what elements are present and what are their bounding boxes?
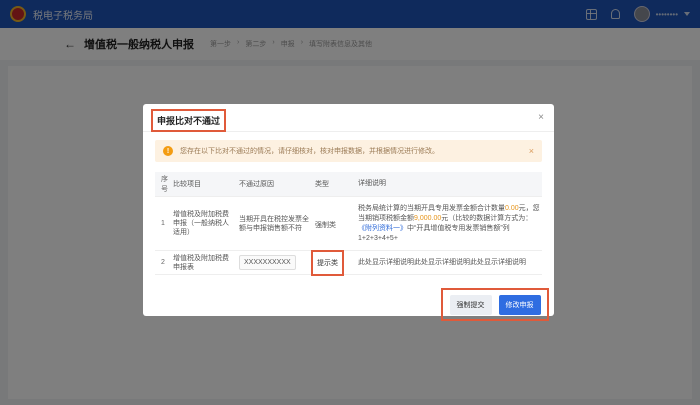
column-header-index: 序号 xyxy=(161,176,168,193)
detail-text: 元（比较的数据计算方式为： xyxy=(441,214,533,222)
table-row: 2 增值税及附加税费申报表 XXXXXXXXXX 提示类 此处显示详细说明此处显… xyxy=(155,249,542,276)
column-header-detail: 详细说明 xyxy=(358,180,386,187)
column-header-reason: 不通过原因 xyxy=(239,180,274,188)
row-item: 增值税及附加税费申报（一般纳税人适用） xyxy=(173,211,229,236)
row-reason: 当期开具在税控发票全额与申报销售额不符 xyxy=(239,215,309,232)
row-detail: 税务局统计算的当期开具专用发票金额合计数量0.00元，您当期销项税额金额9,00… xyxy=(358,204,542,244)
type-badge: 提示类 xyxy=(311,249,344,276)
warning-alert: ! 您存在以下比对不通过的情况，请仔细核对，核对申报数据，并根据情况进行修改。 … xyxy=(155,140,542,162)
row-item: 增值税及附加税费申报表 xyxy=(173,254,229,271)
table-header: 序号 比较项目 不通过原因 类型 详细说明 xyxy=(155,172,542,197)
comparison-table: 序号 比较项目 不通过原因 类型 详细说明 1 增值税及附加税费申报（一般纳税人… xyxy=(155,172,542,276)
dialog-header: 申报比对不通过 × xyxy=(143,104,554,132)
alert-message: 您存在以下比对不通过的情况，请仔细核对，核对申报数据，并根据情况进行修改。 xyxy=(180,148,439,155)
dialog-actions: 强制提交 修改申报 xyxy=(441,288,549,321)
row-reason: XXXXXXXXXX xyxy=(239,255,315,270)
detail-text: 税务局统计算的当期开具专用发票金额合计数量 xyxy=(358,204,505,212)
close-icon[interactable]: × xyxy=(538,112,544,123)
reason-value: XXXXXXXXXX xyxy=(239,255,296,270)
modify-declaration-button[interactable]: 修改申报 xyxy=(498,294,541,315)
dialog-title: 申报比对不通过 xyxy=(151,109,227,132)
column-header-item: 比较项目 xyxy=(173,180,201,188)
detail-amount: 9,000.00 xyxy=(414,214,442,222)
comparison-failed-dialog: 申报比对不通过 × ! 您存在以下比对不通过的情况，请仔细核对，核对申报数据，并… xyxy=(143,104,554,321)
detail-link[interactable]: 《附列资料一》 xyxy=(358,225,407,232)
table-row: 1 增值税及附加税费申报（一般纳税人适用） 当期开具在税控发票全额与申报销售额不… xyxy=(155,197,542,251)
warning-icon: ! xyxy=(163,146,173,156)
detail-amount: 0.00 xyxy=(505,204,519,212)
row-index: 1 xyxy=(161,220,165,227)
alert-close-icon[interactable]: × xyxy=(529,146,534,156)
column-header-type: 类型 xyxy=(315,181,329,188)
row-index: 2 xyxy=(161,259,165,266)
row-type: 提示类 xyxy=(311,249,358,276)
row-type: 强制类 xyxy=(315,221,336,229)
force-submit-button[interactable]: 强制提交 xyxy=(449,294,492,315)
row-detail: 此处显示详细说明此处显示详细说明此处显示详细说明 xyxy=(358,258,526,266)
